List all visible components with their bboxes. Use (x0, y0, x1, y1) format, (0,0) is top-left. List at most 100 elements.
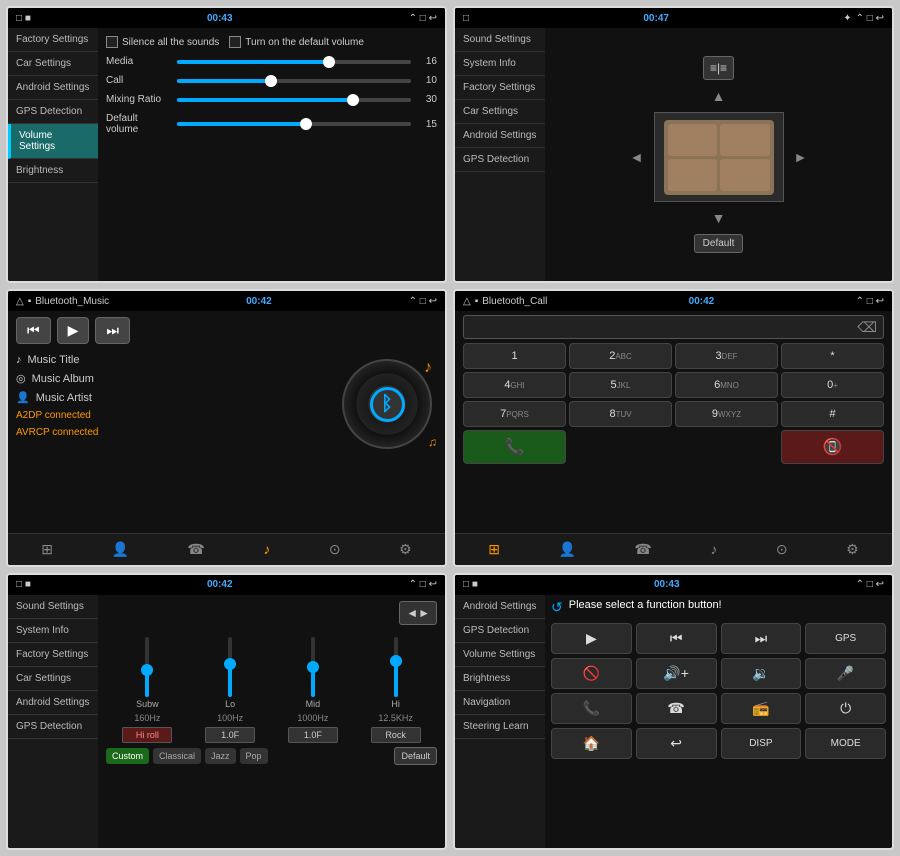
silence-checkbox[interactable] (106, 36, 118, 48)
dial-9[interactable]: 9WXYZ (675, 401, 778, 427)
func-vol-down[interactable]: 🔉 (721, 658, 802, 689)
dial-star[interactable]: * (781, 343, 884, 369)
func-mode[interactable]: MODE (805, 728, 886, 759)
dial-5[interactable]: 5JKL (569, 372, 672, 398)
eq-audio-icon-button[interactable]: ◄► (399, 601, 437, 625)
sidebar6-gps[interactable]: GPS Detection (455, 619, 545, 643)
preset-custom[interactable]: Custom (106, 748, 149, 764)
sidebar5-android[interactable]: Android Settings (8, 691, 98, 715)
preset-classical[interactable]: Classical (153, 748, 201, 764)
default-button-p2[interactable]: Default (694, 234, 744, 253)
sidebar6-steering[interactable]: Steering Learn (455, 715, 545, 739)
func-back[interactable]: ↩ (636, 728, 717, 759)
nav-music-icon[interactable]: ♪ (257, 539, 276, 559)
panel-function-select: □ ■ 00:43 ⌃ □ ↩ Android Settings GPS Det… (453, 573, 894, 850)
nav-settings-icon[interactable]: ⚙ (393, 539, 418, 560)
preset-jazz[interactable]: Jazz (205, 748, 236, 764)
sidebar-item-factory-settings[interactable]: Factory Settings (8, 28, 98, 52)
func-gps[interactable]: GPS (805, 623, 886, 654)
nav-call-icon-4[interactable]: ☎ (628, 539, 657, 560)
bluetooth-logo: ᛒ (370, 387, 405, 422)
sidebar2-item-gps[interactable]: GPS Detection (455, 148, 545, 172)
func-next[interactable]: ⏭ (721, 623, 802, 654)
nav-link-icon-4[interactable]: ⊙ (770, 539, 794, 560)
media-label: Media (106, 56, 171, 67)
sidebar5-sound[interactable]: Sound Settings (8, 595, 98, 619)
dial-6[interactable]: 6MNO (675, 372, 778, 398)
func-phone[interactable]: 📞 (551, 693, 632, 724)
sidebar-item-volume-settings[interactable]: Volume Settings (8, 124, 98, 159)
prev-button[interactable]: ⏮ (16, 317, 51, 344)
call-slider[interactable] (177, 79, 411, 83)
sidebar2-item-car[interactable]: Car Settings (455, 100, 545, 124)
eq-subw-track[interactable] (145, 637, 149, 697)
nav-settings-icon-4[interactable]: ⚙ (840, 539, 865, 560)
nav-contact-icon-4[interactable]: 👤 (552, 539, 581, 560)
music-title-row: ♪ Music Title (16, 354, 329, 366)
dial-7[interactable]: 7PQRS (463, 401, 566, 427)
eq-lo-track[interactable] (228, 637, 232, 697)
default-volume-checkbox-item[interactable]: Turn on the default volume (229, 36, 364, 48)
dial-8[interactable]: 8TUV (569, 401, 672, 427)
sidebar-item-gps-detection[interactable]: GPS Detection (8, 100, 98, 124)
backspace-icon[interactable]: ⌫ (857, 319, 877, 336)
func-disp[interactable]: DISP (721, 728, 802, 759)
silence-checkbox-item[interactable]: Silence all the sounds (106, 36, 219, 48)
func-home[interactable]: 🏠 (551, 728, 632, 759)
sidebar-item-android-settings[interactable]: Android Settings (8, 76, 98, 100)
func-vol-up[interactable]: 🔊+ (636, 658, 717, 689)
default-volume-slider[interactable] (177, 122, 411, 126)
nav-link-icon[interactable]: ⊙ (323, 539, 347, 560)
sidebar5-car[interactable]: Car Settings (8, 667, 98, 691)
func-power[interactable]: ⏻ (805, 693, 886, 724)
func-call[interactable]: ☎ (636, 693, 717, 724)
car-right-arrow[interactable]: ► (790, 145, 812, 169)
dial-end-button[interactable]: 📵 (781, 430, 884, 464)
eq-mid-track[interactable] (311, 637, 315, 697)
default-volume-checkbox[interactable] (229, 36, 241, 48)
next-button[interactable]: ⏭ (95, 317, 130, 344)
mixing-slider[interactable] (177, 98, 411, 102)
default-button-p5[interactable]: Default (394, 747, 437, 765)
dial-0[interactable]: 0+ (781, 372, 884, 398)
eq-display-button[interactable]: ≡|≡ (703, 56, 734, 80)
sidebar6-volume[interactable]: Volume Settings (455, 643, 545, 667)
nav-call-icon[interactable]: ☎ (181, 539, 210, 560)
nav-contact-icon[interactable]: 👤 (105, 539, 134, 560)
sidebar6-brightness[interactable]: Brightness (455, 667, 545, 691)
sidebar6-navigation[interactable]: Navigation (455, 691, 545, 715)
dial-2[interactable]: 2ABC (569, 343, 672, 369)
home-icon-3: △ (16, 296, 24, 307)
nav-music-icon-4[interactable]: ♪ (704, 539, 723, 559)
dial-4[interactable]: 4GHI (463, 372, 566, 398)
play-button[interactable]: ▶ (57, 317, 90, 344)
func-play[interactable]: ▶ (551, 623, 632, 654)
dial-call-button[interactable]: 📞 (463, 430, 566, 464)
car-down-arrow[interactable]: ▼ (708, 206, 730, 230)
dial-3[interactable]: 3DEF (675, 343, 778, 369)
sidebar2-item-sound[interactable]: Sound Settings (455, 28, 545, 52)
sidebar-item-car-settings[interactable]: Car Settings (8, 52, 98, 76)
eq-hi-track[interactable] (394, 637, 398, 697)
nav-grid-icon[interactable]: ⊞ (35, 539, 59, 560)
sidebar5-gps[interactable]: GPS Detection (8, 715, 98, 739)
dial-hash[interactable]: # (781, 401, 884, 427)
car-left-arrow[interactable]: ◄ (626, 145, 648, 169)
sidebar5-factory[interactable]: Factory Settings (8, 643, 98, 667)
dial-1[interactable]: 1 (463, 343, 566, 369)
func-mic[interactable]: 🎤 (805, 658, 886, 689)
func-radio[interactable]: 📻 (721, 693, 802, 724)
media-slider[interactable] (177, 60, 411, 64)
func-mute[interactable]: 🚫 (551, 658, 632, 689)
nav-grid-icon-4[interactable]: ⊞ (482, 539, 506, 560)
sidebar5-sysinfo[interactable]: System Info (8, 619, 98, 643)
preset-pop[interactable]: Pop (240, 748, 268, 764)
car-up-arrow[interactable]: ▲ (708, 84, 730, 108)
sidebar2-item-sysinfo[interactable]: System Info (455, 52, 545, 76)
sidebar2-item-factory[interactable]: Factory Settings (455, 76, 545, 100)
func-prev[interactable]: ⏮ (636, 623, 717, 654)
sidebar6-android[interactable]: Android Settings (455, 595, 545, 619)
sidebar-item-brightness[interactable]: Brightness (8, 159, 98, 183)
freq-1000: 1000Hz (288, 713, 338, 723)
sidebar2-item-android[interactable]: Android Settings (455, 124, 545, 148)
